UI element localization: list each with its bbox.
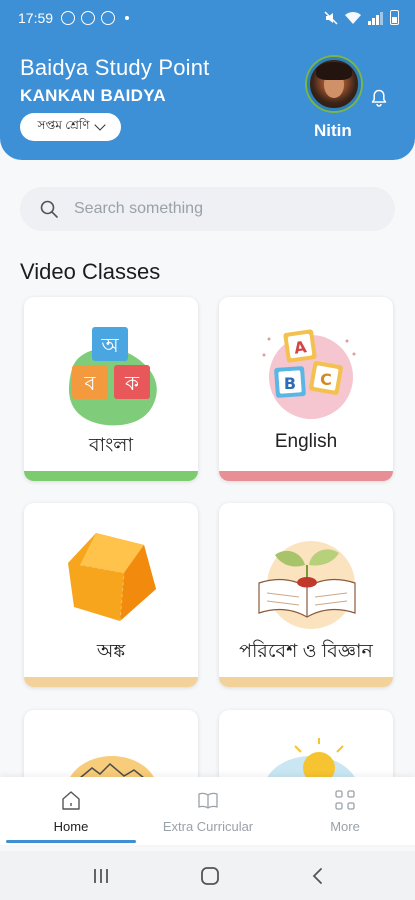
- chevron-down-icon: [93, 119, 106, 131]
- recent-apps-icon[interactable]: [92, 868, 110, 884]
- notification-icon: [81, 11, 96, 25]
- subject-card-english[interactable]: A B C English: [219, 297, 393, 481]
- battery-icon: [390, 10, 399, 25]
- nav-more-label: More: [330, 818, 360, 834]
- search-input[interactable]: [74, 200, 354, 218]
- card-accent: [24, 471, 198, 481]
- card-label: পরিবেশ ও বিজ্ঞান: [239, 641, 373, 662]
- svg-text:ব: ব: [83, 371, 96, 395]
- status-time: 17:59: [18, 10, 54, 26]
- home-icon: [62, 790, 80, 810]
- bottom-nav: Home Extra Curricular More: [0, 777, 415, 845]
- wifi-icon: [345, 11, 361, 24]
- card-label: অঙ্ক: [96, 641, 126, 662]
- section-title: Video Classes: [20, 259, 161, 284]
- card-accent: [219, 471, 393, 481]
- play-icon: [101, 11, 116, 25]
- card-label: বাংলা: [89, 435, 133, 456]
- app-header: 17:59 Baidya Study Point KANKAN BAIDYA স…: [0, 0, 415, 160]
- abc-blocks-icon: A B C: [262, 329, 356, 419]
- card-accent: [24, 677, 198, 687]
- bangla-letters-icon: অ ব ক: [68, 327, 157, 426]
- nav-extra-curricular[interactable]: Extra Curricular: [139, 777, 277, 845]
- avatar[interactable]: [307, 57, 361, 111]
- cube-icon: [68, 533, 156, 622]
- search-icon: [40, 200, 58, 218]
- nav-active-indicator: [6, 840, 136, 843]
- class-selector[interactable]: সপ্তম শ্রেণি: [20, 113, 121, 141]
- back-icon[interactable]: [311, 867, 325, 885]
- nav-home[interactable]: Home: [2, 777, 140, 845]
- app-subtitle: KANKAN BAIDYA: [20, 86, 166, 105]
- nav-more[interactable]: More: [276, 777, 414, 845]
- grid-icon: [335, 789, 355, 810]
- svg-text:ক: ক: [124, 371, 140, 395]
- subject-card-math[interactable]: অঙ্ক: [24, 503, 198, 687]
- svg-text:অ: অ: [100, 333, 119, 357]
- book-icon: [198, 792, 218, 809]
- svg-text:C: C: [320, 370, 332, 389]
- svg-text:B: B: [284, 374, 296, 393]
- class-selector-label: সপ্তম শ্রেণি: [37, 118, 90, 132]
- subject-card-science[interactable]: পরিবেশ ও বিজ্ঞান: [219, 503, 393, 687]
- system-nav-bar: [0, 851, 415, 900]
- book-plant-icon: [258, 541, 356, 629]
- app-title: Baidya Study Point: [20, 55, 210, 80]
- nav-home-label: Home: [53, 818, 89, 834]
- card-label: English: [274, 431, 338, 452]
- user-name: Nitin: [314, 121, 352, 140]
- search-bar[interactable]: [20, 187, 395, 231]
- dot-icon: [125, 16, 130, 20]
- signal-icon: [368, 11, 383, 25]
- system-status-icons: [324, 10, 399, 25]
- mute-icon: [324, 10, 338, 25]
- notification-icons: [61, 11, 130, 25]
- card-accent: [219, 677, 393, 687]
- subject-card-bangla[interactable]: অ ব ক বাংলা: [24, 297, 198, 481]
- status-bar: 17:59: [0, 0, 415, 36]
- notification-icon: [61, 11, 76, 25]
- nav-extra-label: Extra Curricular: [162, 818, 254, 834]
- home-button-icon[interactable]: [200, 866, 220, 886]
- bell-icon[interactable]: [371, 89, 387, 107]
